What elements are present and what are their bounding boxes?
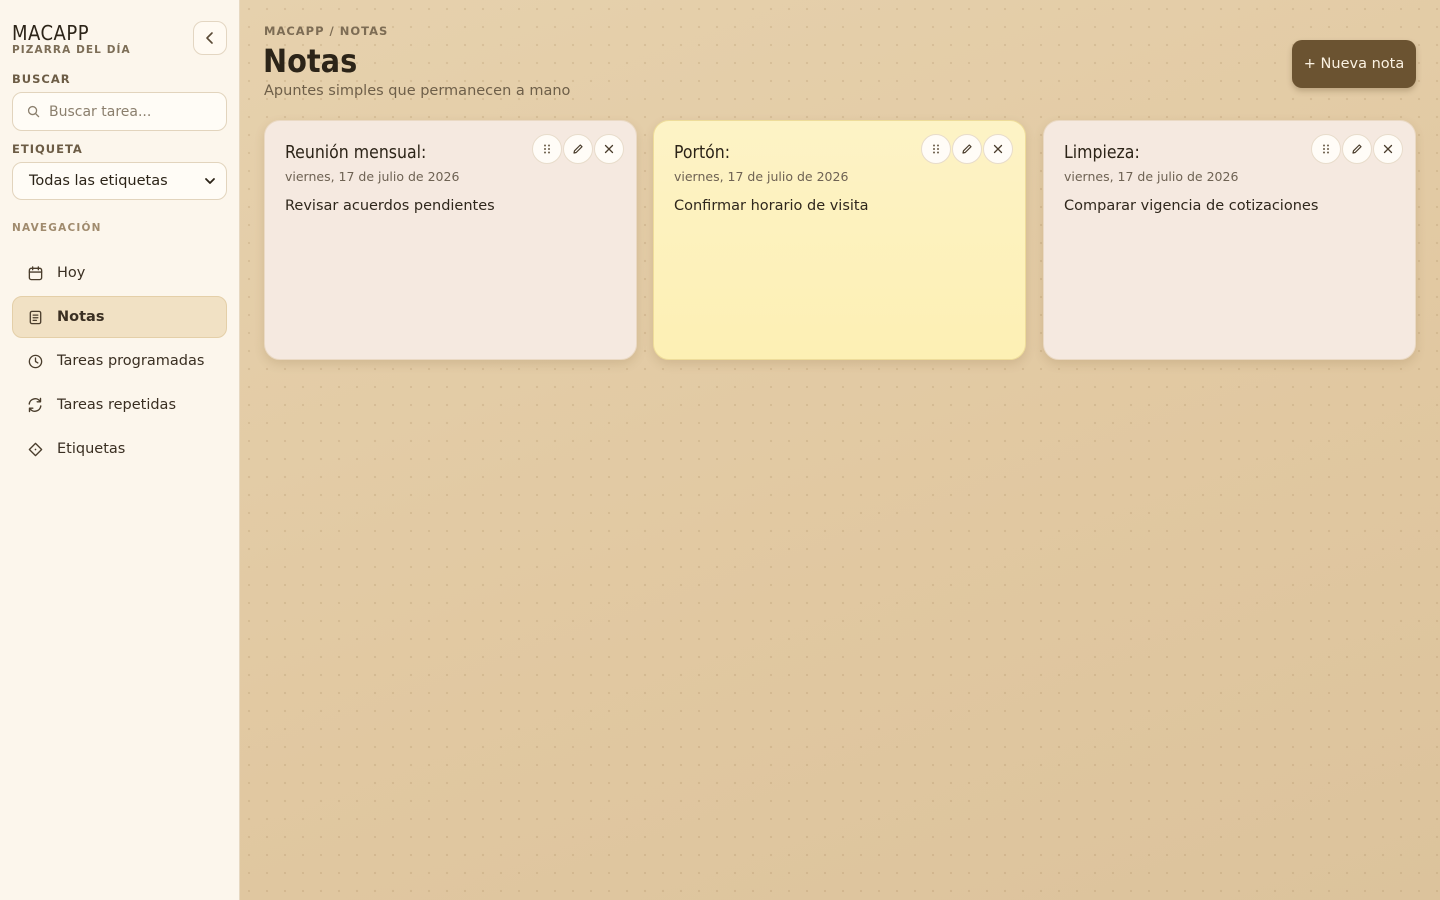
sidebar-item-notas[interactable]: Notas (12, 296, 227, 338)
sidebar-item-hoy[interactable]: Hoy (12, 252, 227, 294)
tag-select[interactable]: Todas las etiquetas (12, 162, 227, 200)
edit-note-button[interactable] (563, 134, 593, 164)
app-subtitle: PIZARRA DEL DÍA (12, 44, 131, 56)
sidebar-item-etiquetas[interactable]: Etiquetas (12, 428, 227, 470)
calendar-icon (26, 264, 44, 282)
note-icon (26, 308, 44, 326)
sidebar-item-label: Tareas programadas (57, 353, 205, 369)
chevron-down-icon (205, 178, 215, 184)
delete-note-button[interactable] (983, 134, 1013, 164)
drag-handle-button[interactable] (921, 134, 951, 164)
pencil-icon (573, 144, 583, 154)
tag-label: ETIQUETA (12, 142, 83, 156)
delete-note-button[interactable] (594, 134, 624, 164)
nav-section-label: NAVEGACIÓN (12, 222, 102, 234)
search-icon (27, 105, 40, 118)
note-actions (532, 134, 624, 164)
sidebar-item-label: Notas (57, 309, 105, 325)
edit-note-button[interactable] (1342, 134, 1372, 164)
close-icon (604, 144, 614, 154)
collapse-sidebar-button[interactable] (193, 21, 227, 55)
note-body: Revisar acuerdos pendientes (285, 198, 495, 214)
search-label: BUSCAR (12, 72, 71, 86)
note-card[interactable]: Limpieza: viernes, 17 de julio de 2026 C… (1043, 120, 1416, 360)
sidebar-item-tareas-repetidas[interactable]: Tareas repetidas (12, 384, 227, 426)
drag-handle-icon (544, 144, 550, 154)
drag-handle-icon (1323, 144, 1329, 154)
note-card[interactable]: Portón: viernes, 17 de julio de 2026 Con… (653, 120, 1026, 360)
notes-board: MACAPP / NOTAS Notas Apuntes simples que… (240, 0, 1440, 900)
search-input[interactable] (49, 103, 219, 120)
note-body: Confirmar horario de visita (674, 198, 869, 214)
clock-icon (26, 352, 44, 370)
edit-note-button[interactable] (952, 134, 982, 164)
sidebar-item-label: Hoy (57, 265, 86, 281)
search-field[interactable] (12, 92, 227, 131)
sidebar-item-label: Etiquetas (57, 441, 126, 457)
drag-handle-icon (933, 144, 939, 154)
sidebar-item-label: Tareas repetidas (57, 397, 177, 413)
sidebar-item-tareas-programadas[interactable]: Tareas programadas (12, 340, 227, 382)
note-date: viernes, 17 de julio de 2026 (674, 169, 849, 184)
sidebar-nav: Hoy Notas Tareas programadas Tareas repe… (12, 252, 227, 472)
pencil-icon (962, 144, 972, 154)
note-actions (921, 134, 1013, 164)
tag-icon (26, 440, 44, 458)
close-icon (1383, 144, 1393, 154)
app-title: MACAPP (12, 21, 90, 45)
note-date: viernes, 17 de julio de 2026 (285, 169, 460, 184)
drag-handle-button[interactable] (532, 134, 562, 164)
pencil-icon (1352, 144, 1362, 154)
page-subtitle: Apuntes simples que permanecen a mano (264, 83, 571, 99)
note-body: Comparar vigencia de cotizaciones (1064, 198, 1319, 214)
note-card[interactable]: Reunión mensual: viernes, 17 de julio de… (264, 120, 637, 360)
sidebar: MACAPP PIZARRA DEL DÍA BUSCAR ETIQUETA T… (0, 0, 240, 900)
delete-note-button[interactable] (1373, 134, 1403, 164)
note-actions (1311, 134, 1403, 164)
chevron-left-icon (206, 32, 213, 44)
repeat-icon (26, 396, 44, 414)
close-icon (993, 144, 1003, 154)
drag-handle-button[interactable] (1311, 134, 1341, 164)
note-date: viernes, 17 de julio de 2026 (1064, 169, 1239, 184)
breadcrumb: MACAPP / NOTAS (264, 24, 389, 38)
new-note-button[interactable]: + Nueva nota (1292, 40, 1416, 88)
page-title: Notas (263, 42, 358, 80)
tag-select-value: Todas las etiquetas (29, 173, 168, 189)
